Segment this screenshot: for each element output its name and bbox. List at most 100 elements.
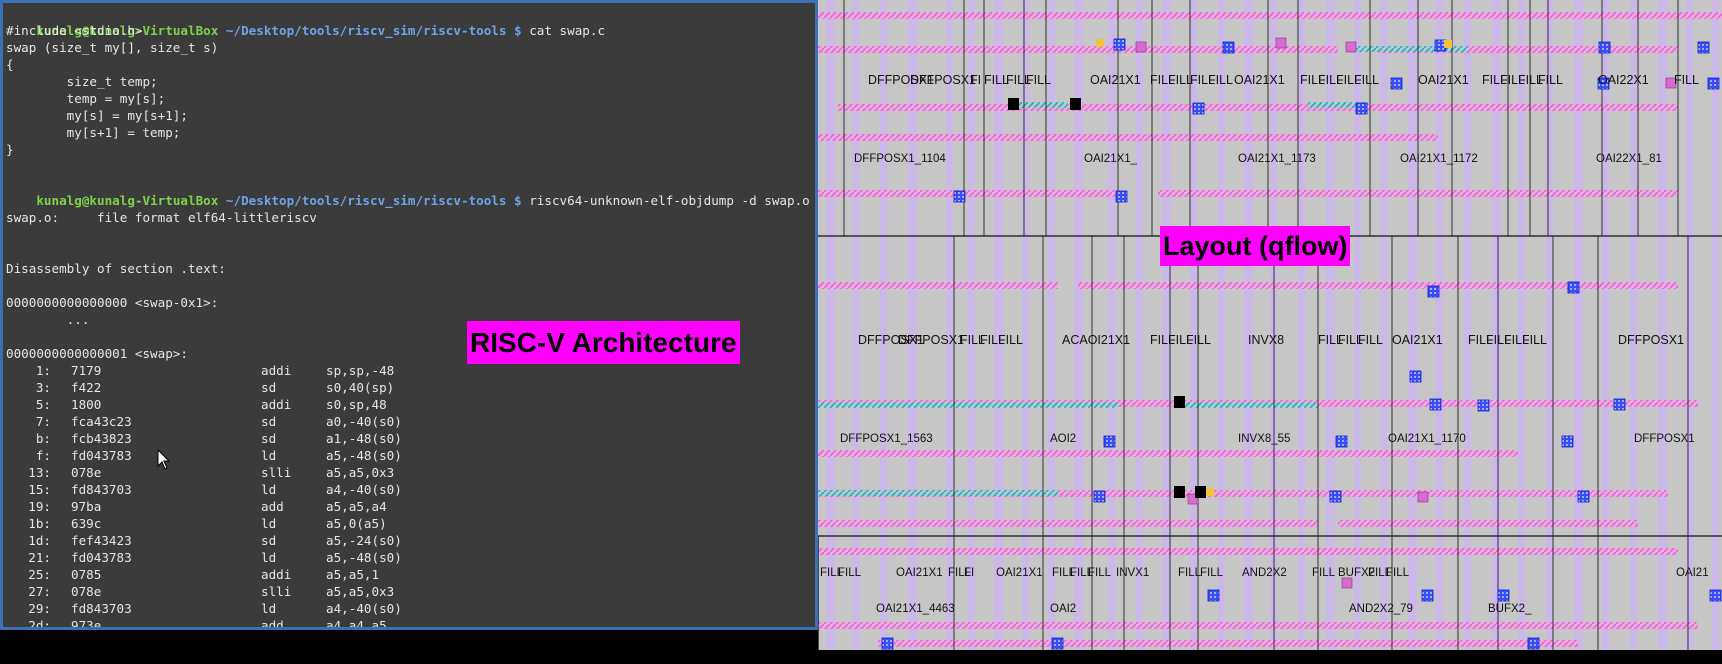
instruction-op: slli <box>261 584 292 599</box>
source-line: } <box>6 142 14 157</box>
via-magenta <box>1275 37 1287 49</box>
instruction-addr: 29: <box>28 601 51 616</box>
via-magenta <box>1341 577 1353 589</box>
layout-canvas[interactable] <box>818 0 1722 650</box>
instruction-hex: f422 <box>71 380 102 395</box>
via-blue <box>1355 102 1368 115</box>
via-blue <box>1115 190 1128 203</box>
cell-label: INVX1 <box>1116 567 1150 579</box>
prompt-path: ~/Desktop/tools/riscv_sim/riscv-tools $ <box>225 193 522 208</box>
via-yellow <box>1206 488 1214 496</box>
cell-label: FILL <box>998 333 1024 347</box>
instruction-row: 2d: 973e add a4,a4,a5 <box>6 617 806 630</box>
via-magenta <box>1417 491 1429 503</box>
instruction-row: 19: 97ba add a5,a5,a4 <box>6 498 806 515</box>
cell-label: FILL <box>1674 73 1700 87</box>
instruction-op: ld <box>261 516 277 531</box>
instruction-addr: 15: <box>28 482 51 497</box>
instruction-hex: 639c <box>71 516 102 531</box>
instruction-op: sd <box>261 414 277 429</box>
instruction-args: a5,-48(s0) <box>326 448 402 463</box>
cell-label: DFFPOSX1 <box>1634 433 1695 445</box>
instruction-hex: fd043783 <box>71 550 132 565</box>
cyan-wire <box>1178 402 1318 408</box>
via-blue <box>1429 398 1442 411</box>
instruction-args: a5,a5,1 <box>326 567 380 582</box>
source-line: { <box>6 57 14 72</box>
via-blue <box>881 637 894 650</box>
cell-label: FILL <box>1358 333 1384 347</box>
instruction-addr: 2d: <box>28 618 51 630</box>
instruction-hex: fcb43823 <box>71 431 132 446</box>
via-yellow <box>1444 40 1452 48</box>
instruction-row: 1: 7179 addi sp,sp,-48 <box>6 362 806 379</box>
prompt-path: ~/Desktop/tools/riscv_sim/riscv-tools $ <box>225 23 522 38</box>
via-blue <box>1598 41 1611 54</box>
instruction-addr: 3: <box>35 380 51 395</box>
mouse-pointer-icon <box>157 449 171 470</box>
via-blue <box>1113 38 1126 51</box>
via-blue <box>953 190 966 203</box>
instruction-row: 13: 078e slli a5,a5,0x3 <box>6 464 806 481</box>
cell-label: OAI2 <box>1050 603 1077 615</box>
instruction-row: 5: 1800 addi s0,sp,48 <box>6 396 806 413</box>
layout-qflow-label: Layout (qflow) <box>1160 226 1351 266</box>
instruction-op: add <box>261 499 284 514</box>
cell-label: FILL <box>1186 333 1212 347</box>
via-blue <box>1527 637 1540 650</box>
instruction-hex: fd843703 <box>71 482 132 497</box>
cell-label: DFFPOSX1 <box>910 73 976 87</box>
pink-rail <box>818 134 1438 141</box>
cell-label: OAI21X1_1170 <box>1388 433 1466 445</box>
via-blue <box>1329 490 1342 503</box>
via-blue <box>1577 490 1590 503</box>
instruction-args: a4,a4,a5 <box>326 618 387 630</box>
instruction-op: addi <box>261 397 292 412</box>
cell-label: OAI22X1_81 <box>1596 153 1662 165</box>
cell-label: AND2X2_79 <box>1349 603 1413 615</box>
pink-rail <box>818 520 1318 527</box>
instruction-op: sd <box>261 380 277 395</box>
instruction-row: 7: fca43c23 sd a0,-40(s0) <box>6 413 806 430</box>
contact-black <box>1195 486 1206 498</box>
source-line: swap (size_t my[], size_t s) <box>6 40 219 55</box>
cell-label: AOI2 <box>1050 433 1077 445</box>
instruction-op: sd <box>261 431 277 446</box>
pink-rail <box>878 640 1578 647</box>
prompt-user: kunalg@kunalg-VirtualBox <box>36 193 219 208</box>
instruction-hex: 078e <box>71 465 102 480</box>
cell-label: FI <box>970 73 982 87</box>
instruction-addr: 1b: <box>28 516 51 531</box>
instruction-hex: 078e <box>71 584 102 599</box>
instruction-op: addi <box>261 363 292 378</box>
instruction-args: a5,a5,a4 <box>326 499 387 514</box>
cyan-wire <box>818 402 1118 408</box>
contact-black <box>1070 98 1081 110</box>
instruction-row: f: fd043783 ld a5,-48(s0) <box>6 447 806 464</box>
instruction-addr: 27: <box>28 584 51 599</box>
instruction-addr: 1d: <box>28 533 51 548</box>
cell-label: DFFPOSX1_1104 <box>854 153 946 165</box>
instruction-op: slli <box>261 465 292 480</box>
via-blue <box>1051 637 1064 650</box>
source-line: size_t temp; <box>6 74 158 89</box>
cell-label: FILL <box>1026 73 1052 87</box>
pink-rail <box>818 548 1678 555</box>
instruction-hex: fd043783 <box>71 448 132 463</box>
contact-black <box>1008 98 1019 110</box>
instruction-args: a0,-40(s0) <box>326 414 402 429</box>
via-magenta <box>1135 41 1147 53</box>
via-blue <box>1561 435 1574 448</box>
terminal-window[interactable]: kunalg@kunalg-VirtualBox ~/Desktop/tools… <box>0 0 818 630</box>
instruction-row: b: fcb43823 sd a1,-48(s0) <box>6 430 806 447</box>
cell-label: OAI21X1 <box>1090 73 1141 87</box>
cell-label: OAI21 <box>1676 567 1709 579</box>
instruction-row: 3: f422 sd s0,40(sp) <box>6 379 806 396</box>
instruction-args: a4,-40(s0) <box>326 601 402 616</box>
via-blue <box>1497 589 1510 602</box>
layout-viewer[interactable]: DFFPOSX1 DFFPOSX1 FI FILL FILL FILL OAI21X1 FIL… <box>818 0 1722 650</box>
cell-label: FILL <box>838 567 862 579</box>
file-format-line: swap.o: file format elf64-littleriscv <box>6 210 317 225</box>
disasm-header: Disassembly of section .text: <box>6 261 226 276</box>
via-blue <box>1390 77 1403 90</box>
